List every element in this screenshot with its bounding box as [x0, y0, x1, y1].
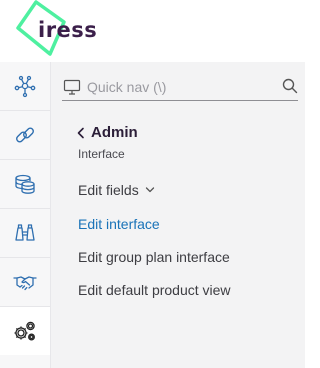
- binoculars-icon: [15, 224, 35, 241]
- page-title: Admin: [91, 124, 138, 141]
- chevron-left-icon: [77, 127, 84, 138]
- search-icon[interactable]: [282, 78, 298, 94]
- main-panel: Admin Interface Edit fields Edit interfa…: [51, 62, 305, 368]
- app-window: iress Quick nav (\) Admin Interface Edit…: [0, 0, 305, 368]
- back-to-admin[interactable]: Admin: [76, 124, 138, 141]
- logo-text: iress: [38, 18, 98, 42]
- menu-item-label: Edit interface: [78, 216, 160, 232]
- page-subtitle: Interface: [78, 147, 125, 161]
- handshake-icon: [13, 276, 37, 291]
- sidebar-item-admin[interactable]: [0, 307, 50, 355]
- database-icon: [15, 174, 35, 194]
- icon-sidebar: [0, 62, 51, 368]
- menu-item-edit-interface[interactable]: Edit interface: [78, 214, 160, 234]
- chevron-down-icon: [145, 187, 154, 193]
- sidebar-item-links[interactable]: [0, 111, 50, 160]
- menu-item-edit-fields[interactable]: Edit fields: [78, 180, 155, 200]
- menu-item-label: Edit default product view: [78, 282, 231, 298]
- quick-nav-input[interactable]: [87, 79, 267, 95]
- quick-nav: [62, 74, 298, 101]
- menu-item-edit-group-plan-interface[interactable]: Edit group plan interface: [78, 247, 230, 267]
- menu-item-label: Edit group plan interface: [78, 249, 230, 265]
- link-icon: [16, 127, 34, 143]
- menu-item-label: Edit fields: [78, 182, 139, 198]
- sidebar-item-partners[interactable]: [0, 258, 50, 307]
- monitor-icon: [63, 79, 81, 95]
- network-icon: [14, 75, 36, 98]
- sidebar-item-data[interactable]: [0, 160, 50, 209]
- sidebar-item-search[interactable]: [0, 209, 50, 258]
- iress-logo[interactable]: iress: [14, 0, 104, 60]
- settings-gears-icon: [14, 321, 35, 341]
- sidebar-item-network[interactable]: [0, 62, 50, 111]
- header: iress: [0, 0, 305, 62]
- menu-item-edit-default-product-view[interactable]: Edit default product view: [78, 280, 231, 300]
